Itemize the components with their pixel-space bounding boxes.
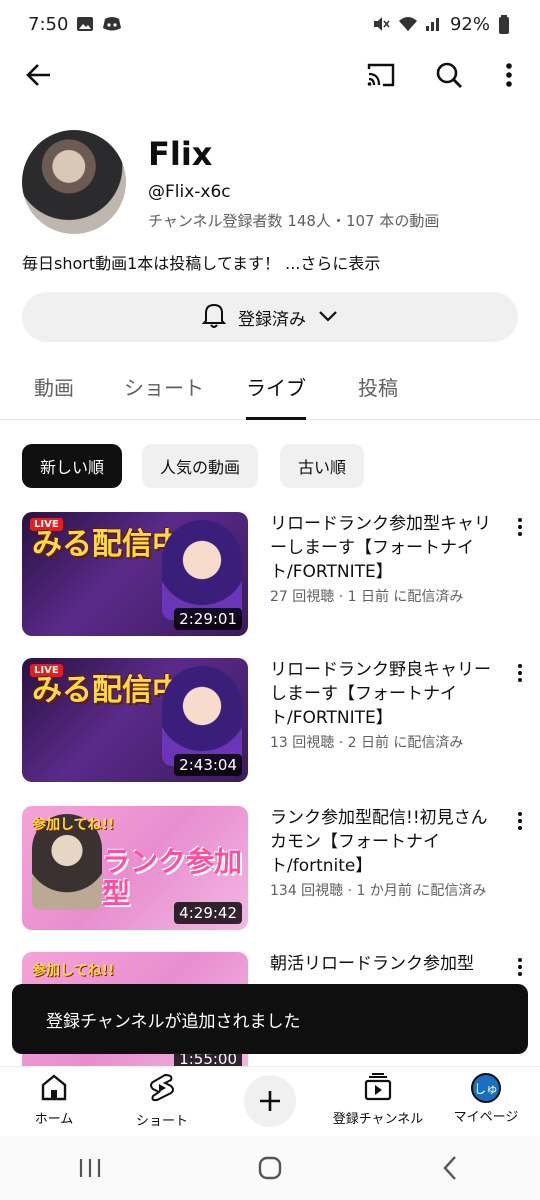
nav-home[interactable]: ホーム <box>4 1073 104 1127</box>
bottom-nav: ホーム ショート 登録チャンネル しゅ マイページ <box>0 1066 540 1136</box>
thumbnail-sub-text: 参加してね!! <box>32 963 115 979</box>
tab-live[interactable]: ライブ <box>246 372 306 420</box>
mute-icon <box>372 15 390 33</box>
search-icon[interactable] <box>426 52 472 98</box>
video-thumbnail[interactable]: 参加してね!! ランク参加型 4:29:42 <box>22 806 248 930</box>
thumbnail-character <box>162 520 242 620</box>
snackbar: 登録チャンネルが追加されました <box>12 984 528 1054</box>
channel-stats: チャンネル登録者数 148人・107 本の動画 <box>148 212 440 230</box>
thumbnail-sub-text: 参加してね!! <box>32 817 115 833</box>
nav-home-label: ホーム <box>34 1112 74 1127</box>
tab-posts[interactable]: 投稿 <box>358 372 398 420</box>
home-icon <box>39 1073 69 1105</box>
video-title[interactable]: リロードランク参加型キャリーしまーす【フォートナイト/FORTNITE】 <box>270 512 498 584</box>
nav-subscriptions-label: 登録チャンネル <box>332 1112 424 1127</box>
home-circle-icon[interactable] <box>240 1148 300 1188</box>
video-menu-icon[interactable] <box>508 658 532 688</box>
channel-avatar[interactable] <box>22 130 126 234</box>
system-nav-bar <box>0 1136 540 1200</box>
nav-me[interactable]: しゅ マイページ <box>436 1073 536 1125</box>
create-plus-button[interactable] <box>244 1075 296 1127</box>
cast-icon[interactable] <box>358 52 404 98</box>
video-item[interactable]: LIVE みる配信中 2:29:01 リロードランク参加型キャリーしまーす【フォ… <box>22 512 532 638</box>
status-time: 7:50 <box>28 13 69 35</box>
chip-popular[interactable]: 人気の動画 <box>142 444 259 488</box>
show-more-link[interactable]: ...さらに表示 <box>285 254 380 273</box>
video-meta: 27 回視聴 · 1 日前 に配信済み <box>270 589 464 605</box>
nav-me-label: マイページ <box>453 1110 519 1125</box>
status-bar: 7:50 92% <box>0 0 540 48</box>
more-vert-icon[interactable] <box>486 52 532 98</box>
back-chevron-icon[interactable] <box>420 1148 480 1188</box>
chip-oldest[interactable]: 古い順 <box>280 444 365 488</box>
video-title[interactable]: ランク参加型配信!!初見さんカモン【フォートナイト/fortnite】 <box>270 806 498 878</box>
wifi-icon <box>398 15 417 33</box>
bell-icon <box>201 301 227 334</box>
thumbnail-text: ランク参加型 <box>102 845 243 911</box>
tab-shorts[interactable]: ショート <box>124 372 204 420</box>
description-text: 毎日short動画1本は投稿してます！ <box>22 254 281 273</box>
gallery-icon <box>76 15 94 33</box>
nav-subscriptions[interactable]: 登録チャンネル <box>328 1073 428 1127</box>
video-item[interactable]: 参加してね!! ランク参加型 4:29:42 ランク参加型配信!!初見さんカモン… <box>22 806 532 932</box>
chevron-down-icon <box>318 307 338 327</box>
channel-name: Flix <box>148 135 213 173</box>
video-title[interactable]: 朝活リロードランク参加型 <box>270 952 498 976</box>
tab-videos[interactable]: 動画 <box>34 372 74 420</box>
battery-percent: 92% <box>449 13 490 35</box>
nav-shorts[interactable]: ショート <box>112 1073 212 1129</box>
video-menu-icon[interactable] <box>508 806 532 836</box>
video-meta: 134 回視聴 · 1 か月前 に配信済み <box>270 883 487 899</box>
video-meta: 13 回視聴 · 2 日前 に配信済み <box>270 735 464 751</box>
thumbnail-text: みる配信中 <box>32 673 182 708</box>
subscribed-label: 登録済み <box>238 309 306 330</box>
video-duration: 2:43:04 <box>174 754 242 776</box>
video-menu-icon[interactable] <box>508 952 532 982</box>
video-menu-icon[interactable] <box>508 512 532 542</box>
user-avatar: しゅ <box>471 1073 501 1103</box>
chip-newest[interactable]: 新しい順 <box>22 444 123 488</box>
recent-apps-icon[interactable] <box>60 1148 120 1188</box>
battery-icon <box>498 15 516 34</box>
channel-handle: @Flix-x6c <box>148 182 231 202</box>
subscribed-button[interactable]: 登録済み <box>22 292 518 342</box>
nav-shorts-label: ショート <box>135 1114 188 1129</box>
thumbnail-text: みる配信中 <box>32 527 182 562</box>
video-item[interactable]: LIVE みる配信中 2:43:04 リロードランク野良キャリーしまーす【フォー… <box>22 658 532 784</box>
app-bar <box>0 48 540 102</box>
channel-tabs: 動画 ショート ライブ 投稿 <box>0 364 540 420</box>
subscriptions-icon <box>363 1073 393 1105</box>
video-thumbnail[interactable]: LIVE みる配信中 2:29:01 <box>22 512 248 636</box>
shorts-icon <box>149 1073 175 1107</box>
thumbnail-character <box>162 666 242 766</box>
video-duration: 4:29:42 <box>174 902 242 924</box>
back-arrow-icon[interactable] <box>16 52 62 98</box>
channel-description[interactable]: 毎日short動画1本は投稿してます！ ...さらに表示 <box>22 250 380 274</box>
video-title[interactable]: リロードランク野良キャリーしまーす【フォートナイト/FORTNITE】 <box>270 658 498 730</box>
video-thumbnail[interactable]: LIVE みる配信中 2:43:04 <box>22 658 248 782</box>
discord-icon <box>102 15 122 33</box>
signal-icon <box>424 15 442 33</box>
video-duration: 2:29:01 <box>174 608 242 630</box>
